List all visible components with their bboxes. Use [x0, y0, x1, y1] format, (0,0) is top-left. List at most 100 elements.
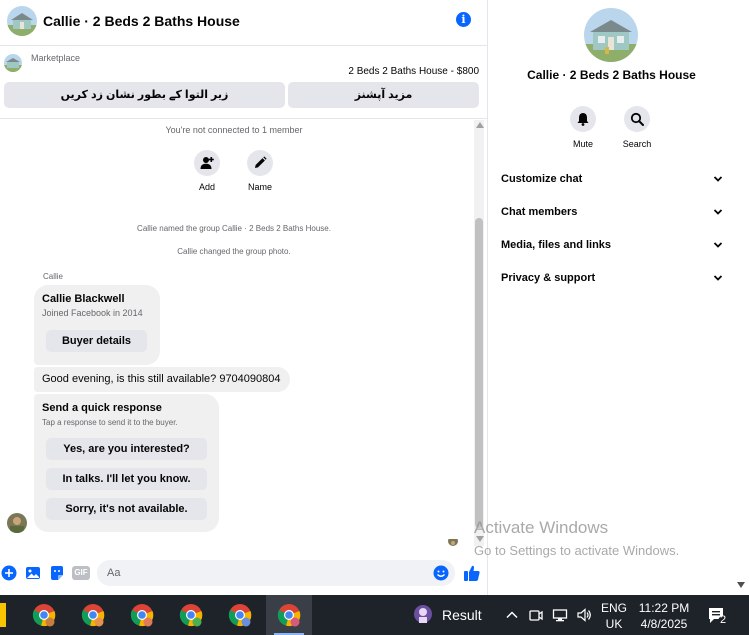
- media-files-links-row[interactable]: Media, files and links: [501, 235, 724, 257]
- thumbs-up-icon[interactable]: [463, 564, 481, 582]
- emoji-icon[interactable]: [433, 565, 449, 581]
- mute-action[interactable]: Mute: [563, 106, 603, 149]
- chrome-icon: [179, 604, 203, 627]
- quick-response-yes-button[interactable]: Yes, are you interested?: [46, 438, 207, 460]
- language-region: UK: [605, 617, 623, 631]
- scroll-up-arrow-icon[interactable]: [476, 122, 484, 128]
- taskbar-chrome-6-active[interactable]: [266, 595, 312, 635]
- taskbar-chrome-5[interactable]: [217, 595, 263, 635]
- add-label: Add: [198, 182, 215, 192]
- search-action[interactable]: Search: [617, 106, 657, 149]
- media-files-links-label: Media, files and links: [501, 239, 612, 251]
- chrome-icon: [32, 604, 56, 627]
- chevron-down-icon: [713, 209, 723, 215]
- buyer-details-button[interactable]: Buyer details: [46, 330, 147, 352]
- message-bubble[interactable]: Good evening, is this still available? 9…: [34, 367, 290, 392]
- chrome-icon: [81, 604, 105, 627]
- buyer-name: Callie Blackwell: [42, 293, 125, 305]
- quick-response-card: Send a quick response Tap a response to …: [34, 394, 219, 532]
- quick-response-in-talks-button[interactable]: In talks. I'll let you know.: [46, 468, 207, 490]
- composer: GIF Aa: [0, 556, 488, 590]
- more-options-button[interactable]: مزید آپشنز: [288, 82, 479, 108]
- page-scroll-down-arrow-icon[interactable]: [737, 582, 745, 588]
- clock[interactable]: 11:22 PM 4/8/2025: [636, 600, 692, 632]
- message-text: Good evening, is this still available? 9…: [42, 373, 281, 385]
- buyer-profile-card: Callie Blackwell Joined Facebook in 2014…: [34, 285, 160, 365]
- chrome-icon: [277, 604, 301, 627]
- taskbar: Result ENG UK 11:22 PM 4/8/2025 2: [0, 595, 749, 635]
- chat-details-pane: Callie · 2 Beds 2 Baths House Mute Searc…: [489, 0, 749, 595]
- sender-name: Callie: [43, 272, 64, 281]
- notification-center[interactable]: 2: [706, 605, 728, 627]
- clock-time: 11:22 PM: [638, 601, 690, 615]
- file-explorer-icon[interactable]: [0, 603, 6, 627]
- system-message-photo: Callie changed the group photo.: [177, 247, 291, 256]
- taskbar-chrome-1[interactable]: [21, 595, 67, 635]
- screen: Callie · 2 Beds 2 Baths House i Marketpl…: [0, 0, 749, 635]
- result-app-icon[interactable]: [412, 603, 434, 627]
- taskbar-chrome-3[interactable]: [119, 595, 165, 635]
- seen-receipt-avatar: [448, 536, 458, 546]
- sticker-icon[interactable]: [49, 565, 65, 581]
- scroll-thumb[interactable]: [475, 218, 483, 528]
- activate-windows-subtext: Go to Settings to activate Windows.: [474, 543, 680, 558]
- bell-icon: [570, 106, 596, 132]
- taskbar-chrome-2[interactable]: [70, 595, 116, 635]
- message-input[interactable]: Aa: [97, 560, 455, 586]
- chrome-icon: [130, 604, 154, 627]
- result-label[interactable]: Result: [442, 607, 482, 623]
- group-avatar[interactable]: [7, 6, 37, 36]
- photo-icon[interactable]: [25, 565, 41, 581]
- privacy-support-row[interactable]: Privacy & support: [501, 268, 724, 290]
- name-label: Name: [247, 182, 272, 192]
- activate-windows-watermark: Activate Windows: [474, 518, 609, 537]
- message-input-placeholder: Aa: [107, 567, 121, 579]
- search-label: Search: [622, 139, 652, 149]
- mark-pending-button[interactable]: زیر التوا کے بطور نشان زد کریں: [4, 82, 285, 108]
- marketplace-label: Marketplace: [31, 53, 81, 63]
- message-list[interactable]: You're not connected to 1 member Add Nam…: [0, 120, 474, 550]
- chevron-down-icon: [713, 242, 723, 248]
- not-connected-notice: You're not connected to 1 member: [165, 125, 303, 135]
- chevron-down-icon: [713, 275, 723, 281]
- chrome-icon: [228, 604, 252, 627]
- taskbar-chrome-4[interactable]: [168, 595, 214, 635]
- plus-circle-icon[interactable]: [1, 565, 17, 581]
- privacy-support-label: Privacy & support: [501, 272, 596, 284]
- network-icon[interactable]: [552, 607, 568, 623]
- chevron-down-icon: [713, 176, 723, 182]
- notification-count: 2: [719, 614, 727, 626]
- buyer-joined: Joined Facebook in 2014: [42, 308, 143, 318]
- chevron-up-icon[interactable]: [504, 607, 520, 623]
- chat-members-row[interactable]: Chat members: [501, 202, 724, 224]
- mute-label: Mute: [572, 139, 593, 149]
- info-icon[interactable]: i: [456, 12, 471, 27]
- marketplace-banner: Marketplace 2 Beds 2 Baths House - $800 …: [0, 47, 488, 119]
- customize-chat-row[interactable]: Customize chat: [501, 169, 724, 191]
- add-person-icon: [194, 150, 220, 176]
- listing-thumbnail[interactable]: [4, 54, 22, 72]
- gif-icon[interactable]: GIF: [72, 566, 90, 580]
- quick-response-unavailable-button[interactable]: Sorry, it's not available.: [46, 498, 207, 520]
- listing-title[interactable]: 2 Beds 2 Baths House - $800: [348, 66, 479, 77]
- language-code: ENG: [601, 601, 628, 615]
- details-title: Callie · 2 Beds 2 Baths House: [527, 68, 696, 82]
- language-indicator[interactable]: ENG UK: [601, 600, 627, 632]
- chat-title[interactable]: Callie · 2 Beds 2 Baths House: [43, 13, 240, 29]
- quick-response-title: Send a quick response: [42, 402, 162, 414]
- meet-now-icon[interactable]: [528, 607, 544, 623]
- search-icon: [624, 106, 650, 132]
- system-message-renamed: Callie named the group Callie · 2 Beds 2…: [137, 224, 331, 233]
- quick-response-subtitle: Tap a response to send it to the buyer.: [42, 418, 178, 427]
- sender-avatar[interactable]: [7, 513, 27, 533]
- customize-chat-label: Customize chat: [501, 173, 583, 185]
- chat-members-label: Chat members: [501, 206, 578, 218]
- chat-pane: Callie · 2 Beds 2 Baths House i Marketpl…: [0, 0, 488, 595]
- volume-icon[interactable]: [576, 607, 592, 623]
- message-scrollbar[interactable]: [474, 120, 484, 546]
- name-group-action[interactable]: Name: [240, 150, 280, 192]
- pencil-icon: [247, 150, 273, 176]
- add-member-action[interactable]: Add: [187, 150, 227, 192]
- details-group-avatar[interactable]: [584, 8, 638, 62]
- chat-header: Callie · 2 Beds 2 Baths House i: [0, 0, 488, 46]
